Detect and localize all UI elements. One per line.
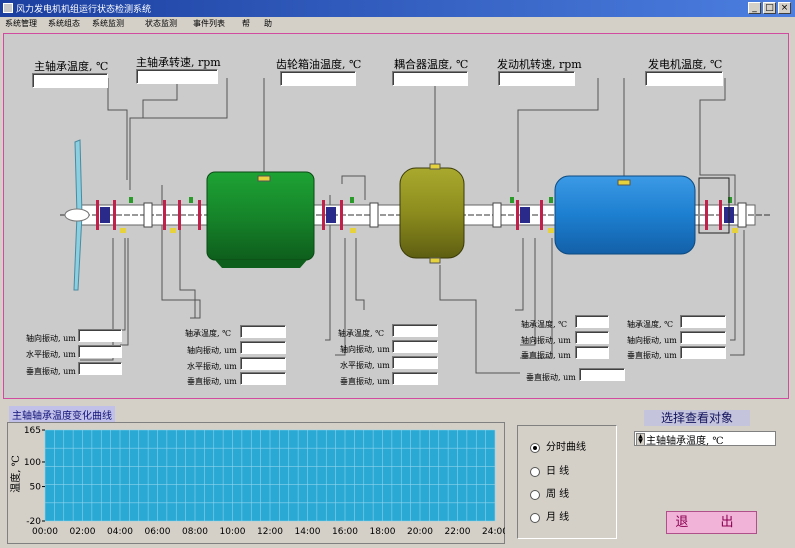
curve-section-title: 主轴轴承温度变化曲线 <box>9 406 115 423</box>
main-bearing-speed-label: 主轴承转速, rpm <box>136 56 221 69</box>
g4-bearing-temp-label: 轴承温度, ℃ <box>521 320 568 329</box>
g1-vertical-vib-label: 垂直振动, um <box>26 367 76 376</box>
x-tick-label: 00:00 <box>32 527 58 537</box>
radio-indicator <box>530 512 540 523</box>
radio-indicator <box>530 442 540 453</box>
g3-bearing-temp-label: 轴承温度, ℃ <box>338 329 385 338</box>
y-axis-label: 温度, ℃ <box>9 455 22 493</box>
main-bearing-temp-label: 主轴承温度, ℃ <box>34 60 109 73</box>
x-tick-label: 12:00 <box>257 527 283 537</box>
radio-label: 月 线 <box>546 512 570 523</box>
radio-indicator <box>530 489 540 500</box>
g5-axial-vib-field[interactable] <box>680 331 726 344</box>
x-tick-label: 24:00 <box>482 527 505 537</box>
g4-axial-vib-label: 轴向振动, um <box>521 336 571 345</box>
y-ticks: 165 100 50 -20 <box>24 426 45 527</box>
g4-vertical-vib-field[interactable] <box>575 346 609 359</box>
main-bearing-temp-field[interactable] <box>32 73 108 88</box>
radio-label: 周 线 <box>546 489 570 500</box>
period-options: 分时曲线 日 线 周 线 月 线 <box>517 425 617 539</box>
g3-vertical-vib-field[interactable] <box>392 372 438 385</box>
g5-vertical-vib-field[interactable] <box>680 346 726 359</box>
coupler-temp-field[interactable] <box>392 71 468 86</box>
g2-vertical-vib-label: 垂直振动, um <box>187 377 237 386</box>
spin-icon[interactable]: ▲ ▼ <box>636 433 645 446</box>
g2-axial-vib-label: 轴向振动, um <box>187 346 237 355</box>
g1-vertical-vib-field[interactable] <box>78 362 122 375</box>
target-select-value: 主轴轴承温度, ℃ <box>646 436 724 447</box>
target-select[interactable]: ▲ ▼ 主轴轴承温度, ℃ <box>634 431 776 447</box>
y-tick-label: 100 <box>24 458 41 468</box>
radio-label: 分时曲线 <box>546 442 586 453</box>
radio-label: 日 线 <box>546 466 570 477</box>
x-tick-label: 18:00 <box>370 527 396 537</box>
radio-time-curve[interactable]: 分时曲线 <box>530 438 586 453</box>
x-tick-label: 06:00 <box>145 527 171 537</box>
g3-bearing-temp-field[interactable] <box>392 324 438 337</box>
g2-axial-vib-field[interactable] <box>240 341 286 354</box>
g5-axial-vib-label: 轴向振动, um <box>627 336 677 345</box>
gearbox-body <box>206 171 315 261</box>
g5-bearing-temp-label: 轴承温度, ℃ <box>627 320 674 329</box>
coupler-temp-label: 耦合器温度, ℃ <box>394 58 469 71</box>
g1-axial-vib-label: 轴向振动, um <box>26 334 76 343</box>
g2-horizontal-vib-field[interactable] <box>240 357 286 370</box>
y-tick-label: 50 <box>30 483 42 493</box>
g2-vertical-vib-field[interactable] <box>240 372 286 385</box>
radio-daily[interactable]: 日 线 <box>530 462 569 477</box>
g2-bearing-temp-field[interactable] <box>240 325 286 338</box>
radio-monthly[interactable]: 月 线 <box>530 508 569 523</box>
generator-temp-label: 发电机温度, ℃ <box>648 58 723 71</box>
generator-body <box>554 175 696 255</box>
g6-vertical-vib-label: 垂直振动, um <box>526 373 576 382</box>
g2-horizontal-vib-label: 水平振动, um <box>187 362 237 371</box>
g5-vertical-vib-label: 垂直振动, um <box>627 351 677 360</box>
temperature-chart: 温度, ℃ 165 100 50 -20 00:00 02:00 04:00 06:00 08… <box>9 426 505 537</box>
g1-axial-vib-field[interactable] <box>78 329 122 342</box>
coupler-body <box>399 167 465 259</box>
y-tick-label: 165 <box>24 426 41 436</box>
g1-horizontal-vib-label: 水平振动, um <box>26 350 76 359</box>
select-target-title: 选择查看对象 <box>644 410 750 426</box>
g4-axial-vib-field[interactable] <box>575 331 609 344</box>
exit-button[interactable]: 退 出 <box>666 511 757 534</box>
g3-horizontal-vib-field[interactable] <box>392 356 438 369</box>
g3-horizontal-vib-label: 水平振动, um <box>340 361 390 370</box>
engine-speed-field[interactable] <box>498 71 575 86</box>
x-tick-label: 02:00 <box>70 527 96 537</box>
g3-axial-vib-label: 轴向振动, um <box>340 345 390 354</box>
g6-vertical-vib-field[interactable] <box>579 368 625 381</box>
radio-weekly[interactable]: 周 线 <box>530 485 569 500</box>
gearbox-oil-temp-label: 齿轮箱油温度, ℃ <box>276 58 362 71</box>
x-tick-label: 04:00 <box>107 527 133 537</box>
g5-bearing-temp-field[interactable] <box>680 315 726 328</box>
g2-bearing-temp-label: 轴承温度, ℃ <box>185 329 232 338</box>
g3-vertical-vib-label: 垂直振动, um <box>340 377 390 386</box>
x-ticks: 00:00 02:00 04:00 06:00 08:00 10:00 12:00 14:00… <box>32 527 505 537</box>
y-tick-label: -20 <box>26 517 41 527</box>
x-tick-label: 10:00 <box>220 527 246 537</box>
x-tick-label: 14:00 <box>295 527 321 537</box>
g4-vertical-vib-label: 垂直振动, um <box>521 351 571 360</box>
x-tick-label: 16:00 <box>332 527 358 537</box>
generator-temp-field[interactable] <box>645 71 723 86</box>
g1-horizontal-vib-field[interactable] <box>78 345 122 358</box>
main-bearing-speed-field[interactable] <box>136 69 218 84</box>
engine-speed-label: 发动机转速, rpm <box>497 58 582 71</box>
plot-area <box>44 429 496 522</box>
gearbox-oil-temp-field[interactable] <box>280 71 356 86</box>
x-tick-label: 22:00 <box>445 527 471 537</box>
g3-axial-vib-field[interactable] <box>392 340 438 353</box>
x-tick-label: 08:00 <box>182 527 208 537</box>
x-tick-label: 20:00 <box>407 527 433 537</box>
g4-bearing-temp-field[interactable] <box>575 315 609 328</box>
radio-indicator <box>530 466 540 477</box>
